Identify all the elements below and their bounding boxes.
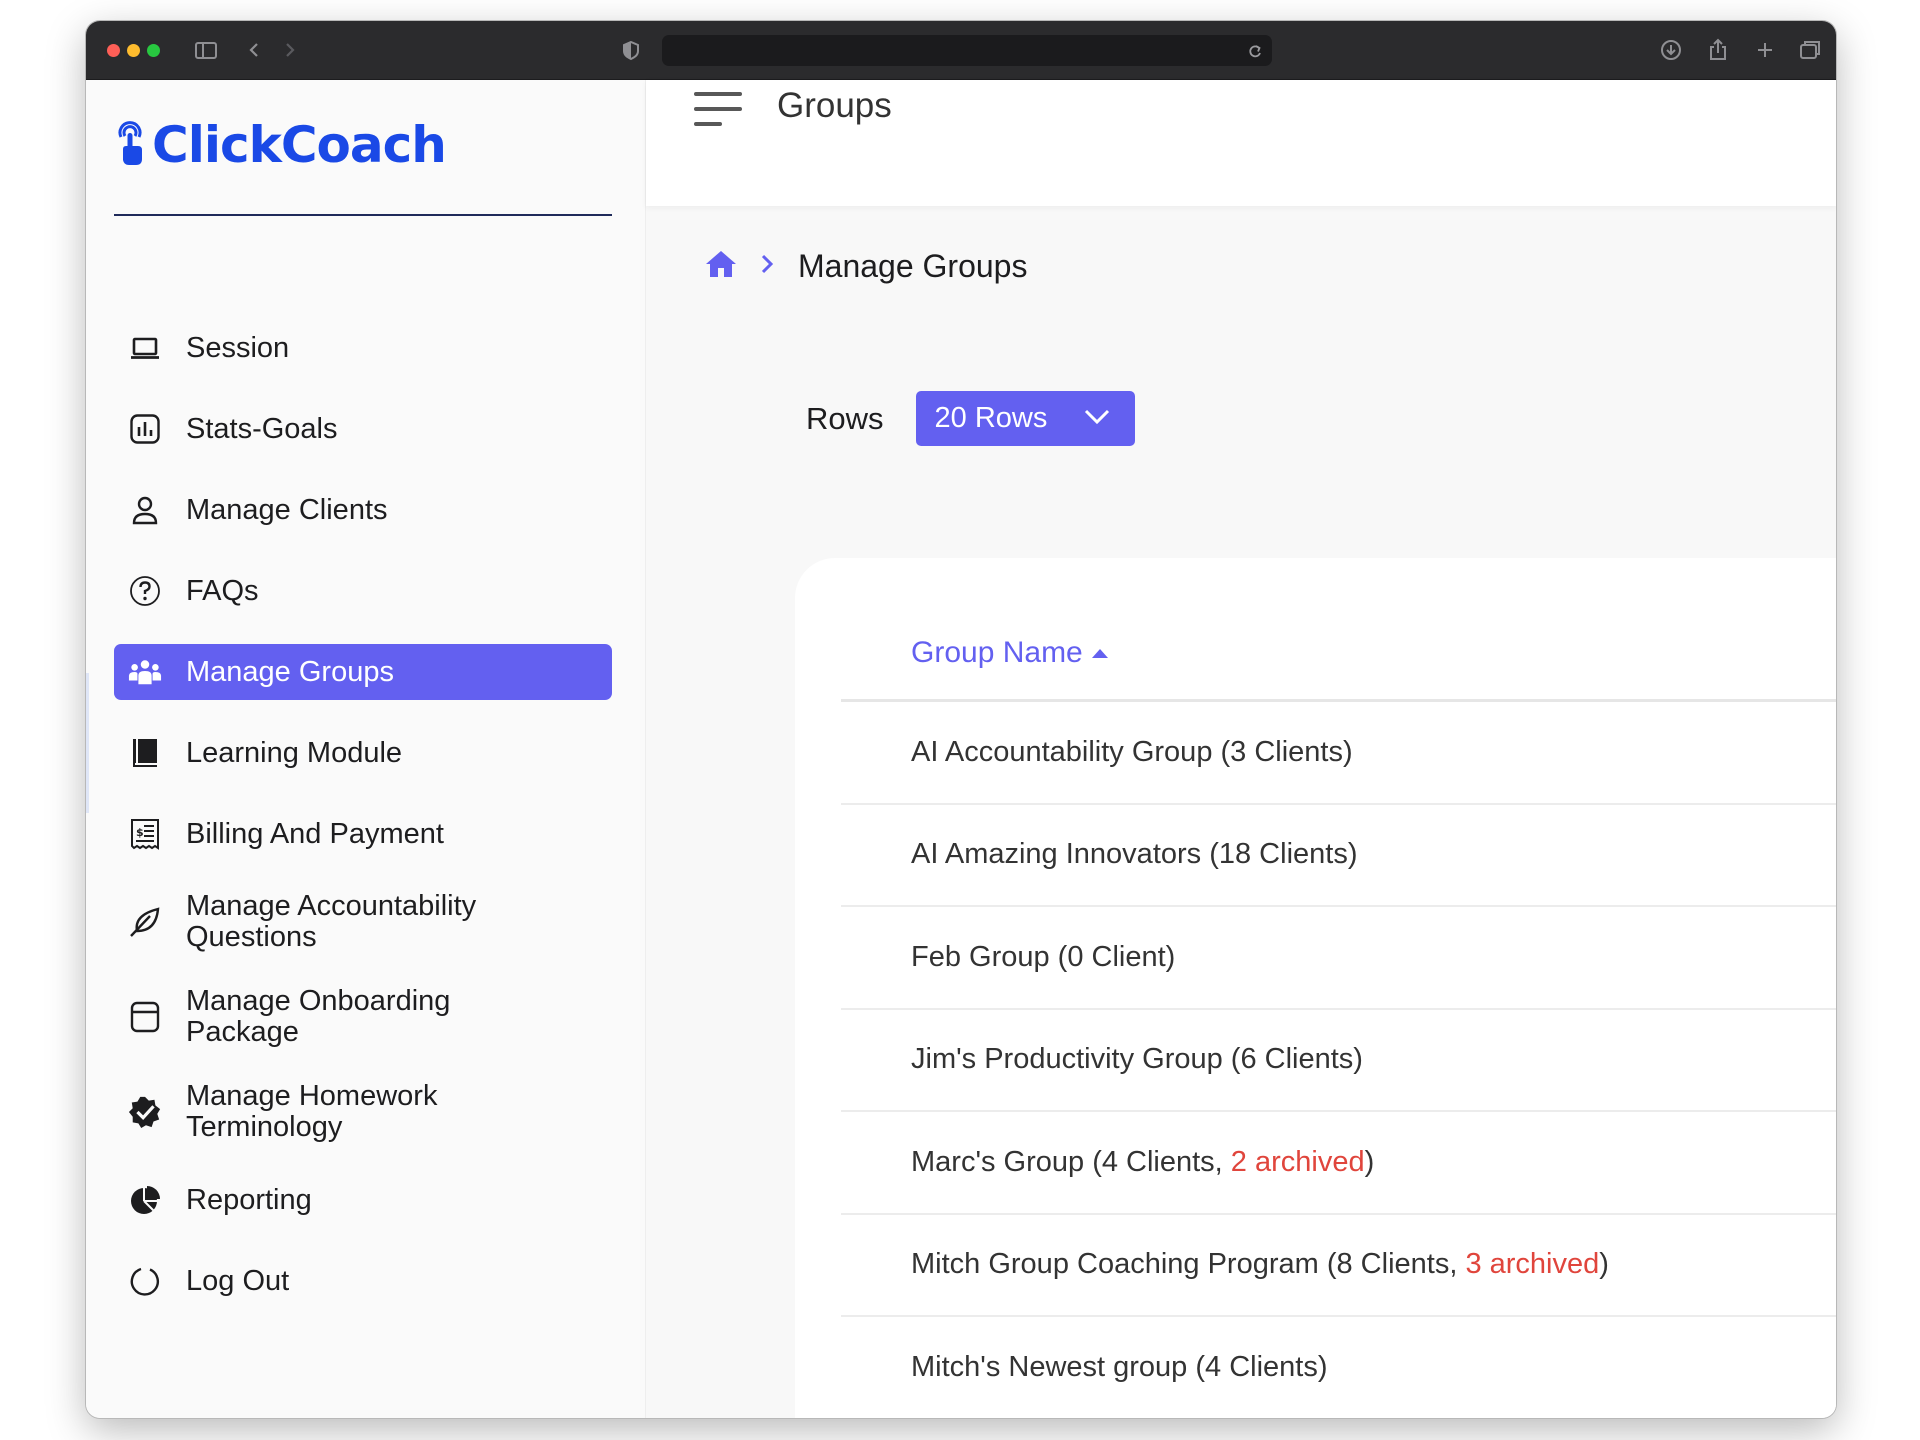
breadcrumb-current: Manage Groups bbox=[798, 247, 1028, 284]
sidebar-item-label: Session bbox=[186, 331, 290, 364]
sidebar-item-faqs[interactable]: FAQs bbox=[114, 563, 612, 619]
reload-icon[interactable] bbox=[1246, 37, 1264, 70]
sidebar-item-label: Manage Onboarding Package bbox=[186, 985, 451, 1048]
groups-list: AI Accountability Group (3 Clients) AI A… bbox=[841, 702, 1836, 1418]
page-title: Groups bbox=[777, 86, 892, 125]
archive-icon bbox=[128, 1000, 162, 1034]
group-icon bbox=[128, 655, 162, 689]
pie-chart-icon bbox=[128, 1183, 162, 1217]
receipt-icon: $ bbox=[128, 817, 162, 851]
logout-icon bbox=[128, 1264, 162, 1298]
sidebar-item-label: Billing And Payment bbox=[186, 817, 444, 850]
home-icon[interactable] bbox=[704, 249, 738, 284]
sidebar-item-stats-goals[interactable]: Stats-Goals bbox=[114, 401, 612, 457]
shield-icon[interactable] bbox=[621, 36, 641, 64]
group-name: Jim's Productivity Group (6 Clients) bbox=[911, 1043, 1363, 1076]
table-row[interactable]: Mitch Group Coaching Program (8 Clients,… bbox=[841, 1215, 1836, 1317]
user-icon bbox=[128, 493, 162, 527]
bar-chart-icon bbox=[128, 412, 162, 446]
svg-text:$: $ bbox=[136, 826, 144, 839]
sidebar-item-manage-homework-terminology[interactable]: Manage Homework Terminology bbox=[114, 1077, 612, 1147]
clickcoach-logo[interactable]: ClickCoach bbox=[112, 110, 447, 180]
sidebar-item-label: Learning Module bbox=[186, 736, 403, 769]
sidebar-item-learning-module[interactable]: Learning Module bbox=[114, 725, 612, 781]
group-name: Mitch's Newest group (4 Clients) bbox=[911, 1350, 1328, 1383]
sidebar-item-manage-groups[interactable]: Manage Groups bbox=[114, 644, 612, 700]
archived-count: 3 archived bbox=[1465, 1248, 1600, 1281]
badge-check-icon bbox=[128, 1095, 162, 1129]
browser-toolbar bbox=[86, 21, 1836, 80]
sidebar: ClickCoach Session Stats-Goals Manage Cl… bbox=[86, 80, 646, 1418]
sidebar-item-label: Manage Homework Terminology bbox=[186, 1080, 438, 1143]
sidebar-item-label: Stats-Goals bbox=[186, 412, 338, 445]
sidebar-item-reporting[interactable]: Reporting bbox=[114, 1172, 612, 1228]
group-name-suffix: ) bbox=[1364, 1145, 1375, 1178]
leaf-icon bbox=[128, 905, 162, 939]
sidebar-item-label: Manage Clients bbox=[186, 493, 388, 526]
group-name: AI Amazing Innovators (18 Clients) bbox=[911, 838, 1358, 871]
sidebar-item-log-out[interactable]: Log Out bbox=[114, 1253, 612, 1309]
sidebar-item-session[interactable]: Session bbox=[114, 320, 612, 376]
archived-count: 2 archived bbox=[1230, 1145, 1365, 1178]
group-name: Mitch Group Coaching Program (8 Clients, bbox=[911, 1248, 1466, 1281]
table-row[interactable]: Marc's Group (4 Clients, 2 archived) bbox=[841, 1112, 1836, 1215]
column-header-label: Group Name bbox=[911, 636, 1083, 669]
forward-icon[interactable] bbox=[282, 36, 298, 64]
close-window-button[interactable] bbox=[107, 44, 120, 57]
rows-per-page-control: Rows 20 Rows bbox=[806, 391, 1135, 446]
sidebar-item-label: FAQs bbox=[186, 574, 259, 607]
table-row[interactable]: Feb Group (0 Client) bbox=[841, 907, 1836, 1010]
laptop-icon bbox=[128, 331, 162, 365]
table-row[interactable]: AI Accountability Group (3 Clients) bbox=[841, 702, 1836, 805]
new-tab-icon[interactable] bbox=[1753, 36, 1777, 64]
chevron-right-icon bbox=[758, 250, 776, 283]
sidebar-item-manage-accountability-questions[interactable]: Manage Accountability Questions bbox=[114, 887, 612, 957]
sidebar-item-label: Manage Groups bbox=[186, 655, 394, 688]
question-icon bbox=[128, 574, 162, 608]
logo-divider bbox=[114, 214, 612, 216]
sidebar-item-label: Reporting bbox=[186, 1183, 312, 1216]
group-name-suffix: ) bbox=[1599, 1248, 1609, 1281]
sort-ascending-icon bbox=[1091, 648, 1108, 658]
rows-select-value: 20 Rows bbox=[934, 402, 1048, 434]
logo-text: ClickCoach bbox=[152, 116, 447, 174]
table-row[interactable]: AI Amazing Innovators (18 Clients) bbox=[841, 805, 1836, 907]
back-icon[interactable] bbox=[246, 36, 262, 64]
sidebar-item-billing-and-payment[interactable]: $ Billing And Payment bbox=[114, 806, 612, 862]
group-name-column-header[interactable]: Group Name bbox=[911, 636, 1108, 670]
address-bar[interactable] bbox=[662, 35, 1272, 66]
table-row[interactable]: Jim's Productivity Group (6 Clients) bbox=[841, 1010, 1836, 1112]
sidebar-item-manage-clients[interactable]: Manage Clients bbox=[114, 482, 612, 538]
sidebar-item-manage-onboarding-package[interactable]: Manage Onboarding Package bbox=[114, 982, 612, 1052]
sidebar-scroll-indicator bbox=[86, 673, 89, 813]
sidebar-item-label: Manage Accountability Questions bbox=[186, 890, 477, 953]
group-name: AI Accountability Group (3 Clients) bbox=[911, 735, 1353, 768]
tabs-overview-icon[interactable] bbox=[1798, 36, 1822, 64]
main-content: Groups Manage Groups Rows 20 Rows Group … bbox=[646, 80, 1836, 1418]
browser-window: ClickCoach Session Stats-Goals Manage Cl… bbox=[86, 21, 1836, 1418]
table-row[interactable]: Mitch's Newest group (4 Clients) bbox=[841, 1317, 1836, 1418]
share-icon[interactable] bbox=[1706, 36, 1730, 64]
download-icon[interactable] bbox=[1659, 36, 1683, 64]
menu-toggle-icon[interactable] bbox=[694, 88, 746, 130]
top-header: Groups bbox=[646, 80, 1836, 206]
group-name: Marc's Group (4 Clients, bbox=[911, 1145, 1231, 1178]
chevron-down-icon bbox=[1084, 409, 1109, 425]
minimize-window-button[interactable] bbox=[127, 44, 140, 57]
pointer-hand-icon bbox=[118, 121, 142, 165]
sidebar-toggle-icon[interactable] bbox=[194, 36, 218, 64]
sidebar-item-label: Log Out bbox=[186, 1264, 290, 1297]
groups-table-card: Group Name AI Accountability Group (3 Cl… bbox=[795, 558, 1836, 1418]
breadcrumb: Manage Groups bbox=[704, 246, 1027, 286]
book-icon bbox=[128, 736, 162, 770]
rows-per-page-select[interactable]: 20 Rows bbox=[915, 391, 1135, 446]
group-name: Feb Group (0 Client) bbox=[911, 940, 1176, 973]
sidebar-nav: Session Stats-Goals Manage Clients FAQs bbox=[114, 320, 612, 1334]
rows-label: Rows bbox=[806, 400, 884, 436]
zoom-window-button[interactable] bbox=[147, 44, 160, 57]
